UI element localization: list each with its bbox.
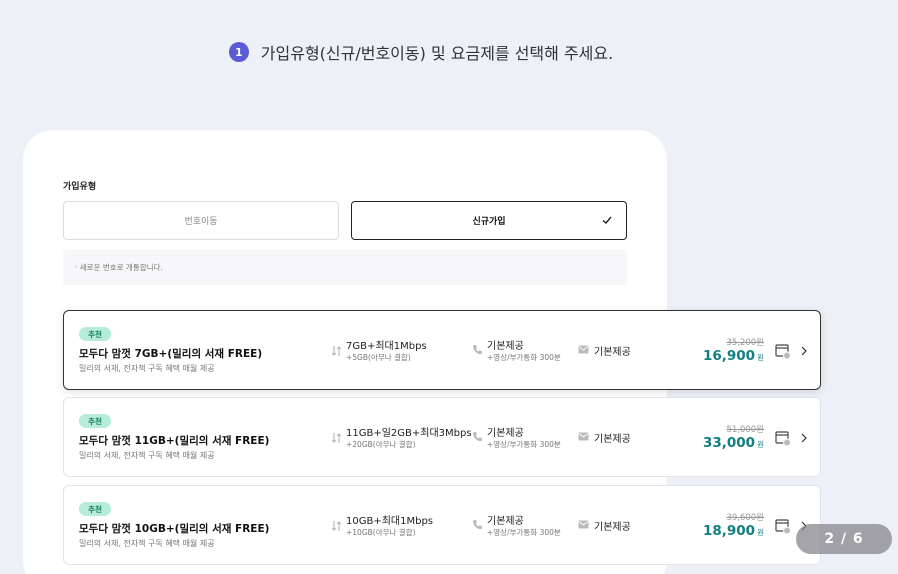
compare-icon[interactable] [775, 518, 792, 535]
recommend-badge: 추천 [79, 327, 111, 341]
plan-name: 모두다 맘껏 7GB+(밀리의 서재 FREE) [79, 348, 263, 360]
plan-item[interactable]: 추천 모두다 맘껏 7GB+(밀리의 서재 FREE) 밀리의 서재, 전자책 … [63, 310, 821, 390]
plan-price-value: 16,900 [702, 348, 756, 364]
phone-icon [473, 520, 482, 530]
plan-price-unit: 원 [757, 353, 764, 362]
recommend-badge: 추천 [79, 502, 111, 516]
plan-call-sub: +영상/부가통화 300분 [487, 440, 561, 449]
chevron-right-icon[interactable] [800, 346, 808, 356]
plan-name: 모두다 맘껏 10GB+(밀리의 서재 FREE) [79, 523, 270, 535]
plan-desc: 밀리의 서재, 전자책 구독 혜택 매월 제공 [79, 539, 215, 548]
plan-data-sub: +5GB(아무나 결합) [346, 353, 411, 362]
plan-call-main: 기본제공 [487, 341, 524, 352]
plan-sms-main: 기본제공 [594, 347, 631, 358]
plan-price-value: 33,000 [702, 435, 756, 451]
mail-icon [578, 432, 589, 441]
plan-price: 33,000 원 [703, 435, 764, 451]
data-transfer-icon [331, 346, 342, 356]
join-type-label: 가입유형 [63, 182, 97, 192]
plan-original-price: 51,000원 [726, 425, 764, 435]
plan-price: 18,900 원 [703, 523, 764, 539]
plan-desc: 밀리의 서재, 전자책 구독 혜택 매월 제공 [79, 451, 215, 460]
plan-sms-main: 기본제공 [594, 522, 631, 533]
join-type-number-port-label: 번호이동 [184, 217, 218, 227]
mail-icon [578, 520, 589, 529]
data-transfer-icon [331, 433, 342, 443]
plan-data-sub: +10GB(아무나 결합) [346, 528, 416, 537]
step-number-badge: 1 [228, 42, 249, 62]
plan-original-price: 35,200원 [726, 338, 764, 348]
plan-data-main: 11GB+일2GB+최대3Mbps [346, 428, 472, 439]
plan-call-sub: +영상/부가통화 300분 [487, 528, 561, 537]
step-title: 가입유형(신규/번호이동) 및 요금제를 선택해 주세요. [260, 44, 614, 63]
join-type-notice: · 새로운 번호로 개통합니다. [63, 250, 627, 285]
chevron-right-icon[interactable] [800, 433, 808, 443]
step-header: 1 가입유형(신규/번호이동) 및 요금제를 선택해 주세요. [0, 40, 842, 64]
plan-desc: 밀리의 서재, 전자책 구독 혜택 매월 제공 [79, 364, 215, 373]
plan-sms-main: 기본제공 [594, 434, 631, 445]
mail-icon [578, 345, 589, 354]
check-icon [602, 216, 612, 224]
page-indicator: 2 / 6 [796, 524, 892, 554]
plan-price: 16,900 원 [703, 348, 764, 364]
data-transfer-icon [331, 521, 342, 531]
recommend-badge: 추천 [79, 414, 111, 428]
plan-data-main: 10GB+최대1Mbps [346, 516, 434, 527]
join-type-new-button[interactable]: 신규가입 [351, 201, 627, 240]
compare-icon[interactable] [775, 430, 792, 447]
compare-icon[interactable] [775, 343, 792, 360]
plan-name: 모두다 맘껏 11GB+(밀리의 서재 FREE) [79, 435, 270, 447]
plan-call-main: 기본제공 [487, 428, 524, 439]
plan-call-sub: +영상/부가통화 300분 [487, 353, 561, 362]
phone-icon [473, 345, 482, 355]
plan-price-value: 18,900 [702, 523, 756, 539]
plan-price-unit: 원 [757, 528, 764, 537]
plan-call-main: 기본제공 [487, 516, 524, 527]
phone-icon [473, 432, 482, 442]
plan-original-price: 39,600원 [726, 513, 764, 523]
plan-item[interactable]: 추천 모두다 맘껏 11GB+(밀리의 서재 FREE) 밀리의 서재, 전자책… [63, 397, 821, 477]
join-type-new-label: 신규가입 [472, 217, 506, 227]
plan-item[interactable]: 추천 모두다 맘껏 10GB+(밀리의 서재 FREE) 밀리의 서재, 전자책… [63, 485, 821, 565]
plan-price-unit: 원 [757, 440, 764, 449]
join-type-number-port-button[interactable]: 번호이동 [63, 201, 339, 240]
plan-data-sub: +20GB(아무나 결합) [346, 440, 416, 449]
plan-data-main: 7GB+최대1Mbps [346, 341, 427, 352]
